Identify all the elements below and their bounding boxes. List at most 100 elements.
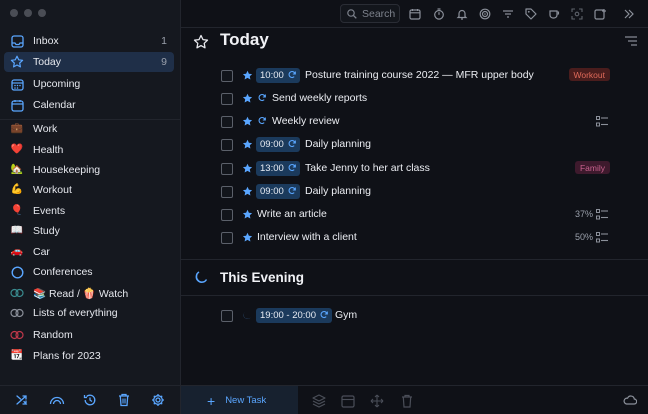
time-chip[interactable]: 09:00 [256,137,300,152]
sidebar-item-label: Upcoming [33,78,81,90]
sidebar-item-random[interactable]: Random [4,325,174,345]
briefcase-icon: 💼 [10,123,24,134]
cup-icon[interactable] [546,6,562,22]
sidebar-toolbar [0,385,181,414]
tag-badge[interactable]: Family [574,161,610,174]
car-icon: 🚗 [10,246,24,257]
time-chip[interactable]: 13:00 [256,161,300,176]
task-checkbox[interactable] [221,93,233,105]
task-checkbox[interactable] [221,139,233,151]
double-ring-icon [10,306,24,320]
sidebar-item-label: 📚 Read / 🍿 Watch [33,287,129,300]
task-checkbox[interactable] [221,209,233,221]
sidebar-item-label: Housekeeping [33,164,101,176]
task-row[interactable]: Interview with a client 50% [181,229,648,249]
sidebar-item-car[interactable]: 🚗 Car [4,242,174,262]
sidebar-item-workout[interactable]: 💪 Workout [4,180,174,200]
repeat-icon [287,186,297,199]
tag-badge[interactable]: Workout [568,68,610,81]
task-row[interactable]: Write an article 37% [181,206,648,226]
tag-icon[interactable] [523,6,539,22]
sidebar-item-study[interactable]: 📖 Study [4,221,174,241]
task-checkbox[interactable] [221,186,233,198]
calendar-icon [10,98,24,112]
task-checkbox[interactable] [221,116,233,128]
new-task-label: New Task [225,395,267,406]
sidebar-item-events[interactable]: 🎈 Events [4,201,174,221]
subtasks-icon[interactable] [596,116,608,130]
expand-icon[interactable] [621,6,637,22]
sidebar-item-label: Workout [33,184,72,196]
focus-icon[interactable] [477,6,493,22]
cloud-icon[interactable] [623,395,637,405]
task-row[interactable]: 19:00 - 20:00 Gym [181,307,648,327]
sidebar-item-conferences[interactable]: Conferences [4,262,174,282]
time-chip-label: 19:00 - 20:00 [260,310,316,321]
sidebar-item-housekeeping[interactable]: 🏡 Housekeeping [4,160,174,180]
sort-menu-icon[interactable] [625,36,637,46]
sidebar-item-health[interactable]: ❤️ Health [4,140,174,160]
task-label: Weekly review [272,115,340,127]
task-row[interactable]: 09:00 Daily planning [181,183,648,203]
sidebar-item-label: Plans for 2023 [33,350,101,362]
star-icon [242,186,253,200]
filter-icon[interactable] [500,6,516,22]
bell-icon[interactable] [454,6,470,22]
sidebar-item-today[interactable]: Today 9 [4,52,174,72]
ring-icon [10,265,24,279]
trash-icon[interactable] [115,391,133,409]
close-window-button[interactable] [10,9,18,17]
shuffle-icon[interactable] [14,391,32,409]
move-icon[interactable] [370,394,384,408]
new-task-button[interactable]: + New Task [181,386,298,414]
zoom-window-button[interactable] [38,9,46,17]
time-chip[interactable]: 19:00 - 20:00 [256,308,332,323]
task-label: Posture training course 2022 — MFR upper… [305,69,534,81]
task-row[interactable]: 13:00 Take Jenny to her art class Family [181,160,648,180]
task-checkbox[interactable] [221,310,233,322]
task-row[interactable]: Send weekly reports [181,90,648,110]
sidebar-item-read-watch[interactable]: 📚 Read / 🍿 Watch [4,283,174,303]
history-icon[interactable] [81,391,99,409]
task-checkbox[interactable] [221,232,233,244]
repeat-icon [320,310,328,319]
search-placeholder: Search [362,7,396,20]
minimize-window-button[interactable] [24,9,32,17]
search-field[interactable]: Search [340,4,400,23]
calendar-icon[interactable] [341,394,355,408]
task-row[interactable]: 10:00 Posture training course 2022 — MFR … [181,67,648,87]
calendar-icon[interactable] [407,6,423,22]
sidebar-item-calendar[interactable]: Calendar [4,95,174,115]
task-label: Daily planning [305,185,371,197]
subtasks-icon[interactable] [596,232,608,246]
repeat-icon [257,116,267,129]
sidebar-item-upcoming[interactable]: Upcoming [4,74,174,94]
repeat-icon [287,139,297,152]
time-chip[interactable]: 10:00 [256,68,300,83]
sidebar-item-work[interactable]: 💼 Work [4,119,174,139]
sidebar-item-plans-2023[interactable]: 📆 Plans for 2023 [4,346,174,366]
timer-icon[interactable] [431,6,447,22]
task-checkbox[interactable] [221,163,233,175]
task-row[interactable]: Weekly review [181,113,648,133]
sidebar-item-lists-of-everything[interactable]: Lists of everything [4,303,174,323]
sidebar-item-inbox[interactable]: Inbox 1 [4,31,174,51]
trash-icon[interactable] [400,394,414,408]
time-chip-label: 13:00 [260,163,284,174]
subtasks-icon[interactable] [596,209,608,223]
task-label: Write an article [257,208,327,220]
layers-icon[interactable] [312,394,326,408]
rainbow-icon[interactable] [48,391,66,409]
gear-icon[interactable] [149,391,167,409]
task-row[interactable]: 09:00 Daily planning [181,136,648,156]
capture-icon[interactable] [569,6,585,22]
add-window-icon[interactable] [592,6,608,22]
task-label: Interview with a client [257,231,357,243]
time-chip[interactable]: 09:00 [256,184,300,199]
red-double-ring-icon [10,328,24,342]
sidebar-item-label: Inbox [33,35,59,47]
sidebar-item-label: Today [33,56,62,68]
time-chip-label: 10:00 [260,70,284,81]
task-label: Take Jenny to her art class [305,162,430,174]
task-checkbox[interactable] [221,70,233,82]
